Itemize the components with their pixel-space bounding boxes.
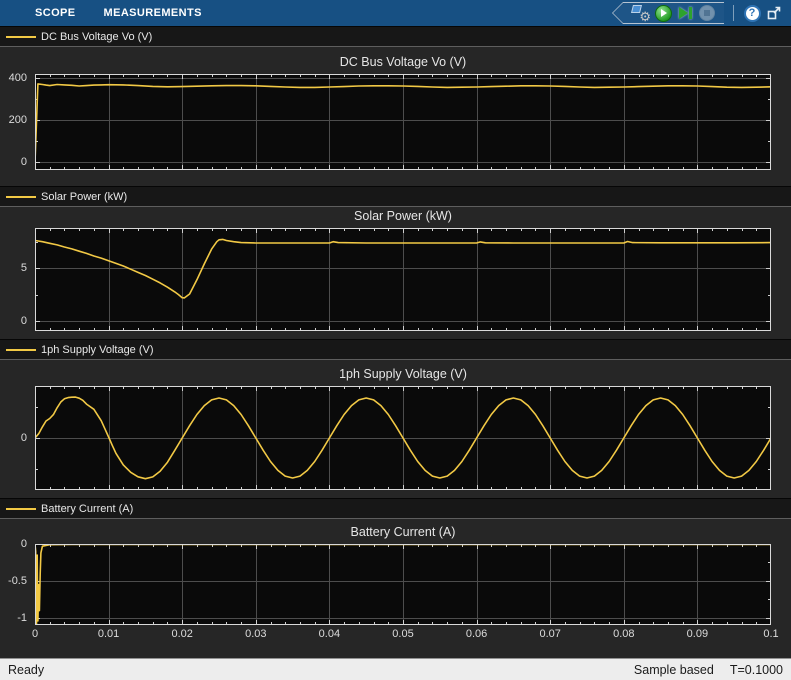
- run-button[interactable]: [652, 3, 674, 23]
- chart-area: Solar Power (kW) 50: [0, 207, 791, 339]
- x-tick-label: 0.05: [392, 628, 413, 640]
- legend-bar[interactable]: Solar Power (kW): [0, 186, 791, 207]
- chart-title: Solar Power (kW): [35, 209, 771, 223]
- x-axis-labels: 00.010.020.030.040.050.060.070.080.090.1: [35, 628, 771, 644]
- plot-canvas[interactable]: [35, 386, 771, 490]
- toolbar-divider: [733, 5, 734, 21]
- chart-section-supply-voltage: 1ph Supply Voltage (V) 1ph Supply Voltag…: [0, 339, 791, 498]
- y-tick-label: 0: [21, 432, 27, 444]
- status-sim-time: T=0.1000: [730, 663, 783, 677]
- y-axis-labels: 0-0.5-1: [0, 544, 31, 625]
- y-axis-labels: 0: [0, 386, 31, 490]
- x-tick-label: 0.07: [539, 628, 560, 640]
- tab-measurements[interactable]: MEASUREMENTS: [90, 0, 216, 26]
- x-tick-label: 0.02: [171, 628, 192, 640]
- chart-section-dc-bus-voltage: DC Bus Voltage Vo (V) DC Bus Voltage Vo …: [0, 26, 791, 186]
- legend-bar[interactable]: DC Bus Voltage Vo (V): [0, 26, 791, 47]
- help-button[interactable]: ?: [741, 3, 763, 23]
- chart-area: 1ph Supply Voltage (V) 0: [0, 360, 791, 498]
- plot-canvas[interactable]: [35, 74, 771, 170]
- configuration-button[interactable]: ⚙: [630, 3, 652, 23]
- x-tick-label: 0.06: [466, 628, 487, 640]
- stop-icon: [699, 5, 715, 21]
- legend-label: DC Bus Voltage Vo (V): [41, 31, 152, 43]
- chart-title: Battery Current (A): [35, 525, 771, 539]
- legend-line-sample: [6, 508, 36, 510]
- run-icon: [655, 5, 672, 22]
- y-tick-label: -0.5: [8, 575, 27, 587]
- y-tick-label: -1: [17, 612, 27, 624]
- legend-label: Solar Power (kW): [41, 191, 127, 203]
- y-tick-label: 0: [21, 315, 27, 327]
- y-tick-label: 200: [9, 114, 27, 126]
- status-sample-mode: Sample based: [634, 663, 714, 677]
- stop-button: [696, 3, 718, 23]
- simulation-toolbar-banner: ⚙: [612, 2, 724, 24]
- status-bar: Ready Sample based T=0.1000: [0, 658, 791, 680]
- chart-title: DC Bus Voltage Vo (V): [35, 55, 771, 69]
- chart-area: Battery Current (A) 0 -0.5 -1 0 0.01 0.02 0.0…: [0, 519, 791, 658]
- tab-scope[interactable]: SCOPE: [21, 0, 90, 26]
- chart-section-solar-power: Solar Power (kW) Solar Power (kW) 50: [0, 186, 791, 339]
- legend-line-sample: [6, 349, 36, 351]
- x-tick-label: 0.04: [319, 628, 340, 640]
- chart-title: 1ph Supply Voltage (V): [35, 367, 771, 381]
- gear-icon: ⚙: [639, 10, 651, 23]
- dock-button[interactable]: [763, 3, 785, 23]
- x-tick-label: 0: [32, 628, 38, 640]
- legend-bar[interactable]: 1ph Supply Voltage (V): [0, 339, 791, 360]
- x-tick-label: 0.1: [763, 628, 778, 640]
- popout-icon: [766, 5, 782, 21]
- plot-canvas[interactable]: [35, 544, 771, 625]
- toolbar: SCOPE MEASUREMENTS ⚙ ?: [0, 0, 791, 26]
- x-tick-label: 0.09: [687, 628, 708, 640]
- legend-line-sample: [6, 196, 36, 198]
- x-tick-label: 0.01: [98, 628, 119, 640]
- step-forward-icon: [679, 7, 692, 19]
- chart-area: DC Bus Voltage Vo (V) 400 200 0: [0, 47, 791, 186]
- help-icon: ?: [744, 5, 761, 22]
- scope-window: SCOPE MEASUREMENTS ⚙ ?: [0, 0, 791, 680]
- step-forward-button[interactable]: [674, 3, 696, 23]
- y-tick-label: 5: [21, 262, 27, 274]
- x-tick-label: 0.03: [245, 628, 266, 640]
- legend-label: 1ph Supply Voltage (V): [41, 344, 154, 356]
- x-tick-label: 0.08: [613, 628, 634, 640]
- y-axis-labels: 400 200 0: [0, 74, 31, 170]
- legend-label: Battery Current (A): [41, 503, 133, 515]
- status-ready: Ready: [8, 663, 44, 677]
- y-tick-label: 0: [21, 156, 27, 168]
- plot-canvas[interactable]: [35, 228, 771, 331]
- y-axis-labels: 50: [0, 228, 31, 331]
- legend-bar[interactable]: Battery Current (A): [0, 498, 791, 519]
- chart-section-battery-current: Battery Current (A) Battery Current (A) …: [0, 498, 791, 658]
- y-tick-label: 0: [21, 538, 27, 550]
- y-tick-label: 400: [9, 72, 27, 84]
- legend-line-sample: [6, 36, 36, 38]
